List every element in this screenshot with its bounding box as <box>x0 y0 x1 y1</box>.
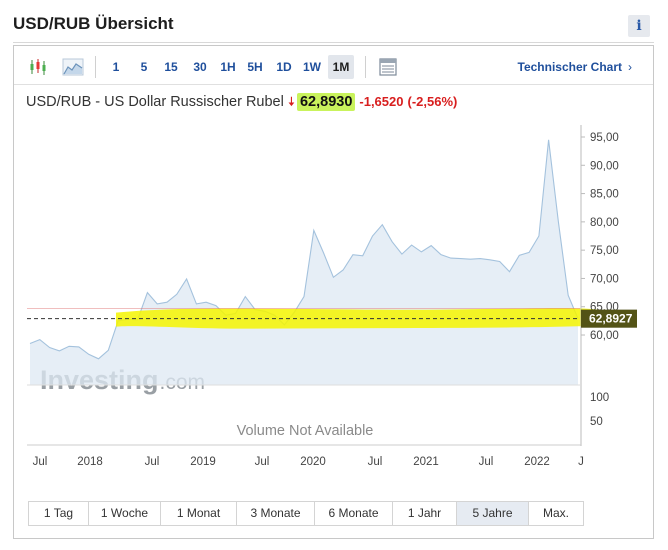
x-tick-label: Jul <box>33 456 48 468</box>
y-tick-label: 75,00 <box>590 245 619 257</box>
x-tick-label: 2019 <box>190 456 216 468</box>
range-1-tag[interactable]: 1 Tag <box>29 502 89 525</box>
price-area-fill <box>30 139 578 385</box>
range-1-woche[interactable]: 1 Woche <box>89 502 161 525</box>
y-tick-label: 85,00 <box>590 189 619 201</box>
x-tick-label: 2021 <box>413 456 439 468</box>
x-tick-label: J <box>578 456 584 468</box>
x-tick-label: 2020 <box>300 456 326 468</box>
x-tick-label: Jul <box>479 456 494 468</box>
price-chart[interactable]: Investing.com 95,0090,0085,0080,0075,007… <box>0 0 668 550</box>
y-tick-label: 80,00 <box>590 217 619 229</box>
x-tick-label: 2018 <box>77 456 103 468</box>
range-5-jahre[interactable]: 5 Jahre <box>457 502 529 525</box>
y-tick-label: 60,00 <box>590 330 619 342</box>
y-tick-label: 70,00 <box>590 273 619 285</box>
last-value-label: 62,8927 <box>589 312 633 326</box>
x-tick-label: Jul <box>145 456 160 468</box>
range-selector: 1 Tag 1 Woche 1 Monat 3 Monate 6 Monate 1 Jah… <box>28 501 584 526</box>
range-max[interactable]: Max. <box>529 502 583 525</box>
range-3-monate[interactable]: 3 Monate <box>237 502 315 525</box>
x-tick-label: Jul <box>368 456 383 468</box>
volume-y-tick-label: 100 <box>590 392 609 404</box>
range-1-monat[interactable]: 1 Monat <box>161 502 237 525</box>
volume-not-available-message: Volume Not Available <box>237 423 374 439</box>
range-6-monate[interactable]: 6 Monate <box>315 502 393 525</box>
x-tick-label: Jul <box>255 456 270 468</box>
x-tick-label: 2022 <box>524 456 550 468</box>
price-area-layer <box>29 139 579 385</box>
volume-y-tick-label: 50 <box>590 416 603 428</box>
range-1-jahr[interactable]: 1 Jahr <box>393 502 457 525</box>
y-tick-label: 95,00 <box>590 132 619 144</box>
y-tick-label: 90,00 <box>590 160 619 172</box>
marker-highlight-layer <box>27 308 598 329</box>
